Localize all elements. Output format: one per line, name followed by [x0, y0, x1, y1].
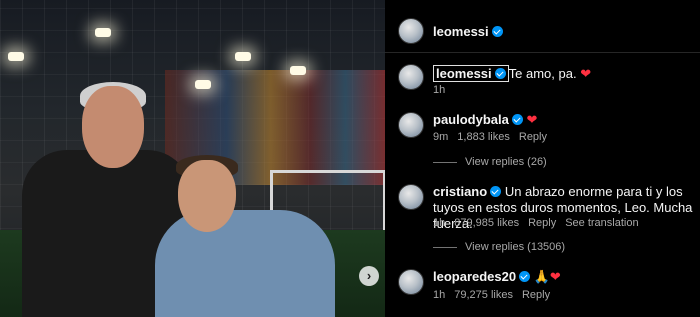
- heart-emoji: ❤: [580, 66, 592, 81]
- commenter-username[interactable]: leomessi: [433, 65, 509, 82]
- commenter-username[interactable]: leoparedes20: [433, 269, 531, 284]
- comment-body: leomessi Te amo, pa. ❤: [433, 65, 693, 82]
- see-translation-button[interactable]: See translation: [565, 217, 638, 229]
- commenter-avatar[interactable]: [398, 184, 424, 210]
- comment-body: leoparedes20 🙏❤: [433, 269, 693, 285]
- instagram-post-view: › leomessi leomessi Te amo, pa. ❤ 1h paul…: [0, 0, 700, 317]
- comment-time[interactable]: 1h: [433, 217, 445, 229]
- verified-icon: [490, 186, 502, 197]
- stadium-light: [290, 66, 306, 75]
- person-right-head: [178, 160, 236, 232]
- likes-count[interactable]: 79,275 likes: [454, 289, 513, 301]
- comments-panel: leomessi leomessi Te amo, pa. ❤ 1h paulod…: [385, 0, 700, 317]
- stadium-light: [195, 80, 211, 89]
- verified-icon: [511, 114, 523, 125]
- stadium-light: [8, 52, 24, 61]
- author-username[interactable]: leomessi: [433, 24, 503, 39]
- comment-meta: 1h 879,985 likes Reply See translation: [433, 217, 648, 229]
- commenter-username[interactable]: paulodybala: [433, 112, 523, 127]
- comment-meta: 9m 1,883 likes Reply: [433, 131, 556, 143]
- comment-time[interactable]: 1h: [433, 289, 445, 301]
- stadium-light: [95, 28, 111, 37]
- comment-time[interactable]: 9m: [433, 131, 448, 143]
- verified-icon: [491, 26, 503, 37]
- post-photo[interactable]: ›: [0, 0, 385, 317]
- comment-text: Te amo, pa.: [508, 66, 577, 81]
- pray-heart-emoji: 🙏❤: [533, 269, 561, 284]
- commenter-avatar[interactable]: [398, 112, 424, 138]
- commenter-avatar[interactable]: [398, 269, 424, 295]
- comment-meta: 1h 79,275 likes Reply: [433, 289, 559, 301]
- comment-meta: 1h: [433, 84, 454, 96]
- likes-count[interactable]: 879,985 likes: [454, 217, 519, 229]
- reply-button[interactable]: Reply: [522, 289, 550, 301]
- likes-count[interactable]: 1,883 likes: [457, 131, 510, 143]
- person-left-head: [82, 86, 144, 168]
- stadium-light: [235, 52, 251, 61]
- verified-icon: [494, 68, 506, 79]
- person-right-body: [155, 210, 335, 317]
- reply-button[interactable]: Reply: [528, 217, 556, 229]
- verified-icon: [519, 271, 531, 282]
- author-avatar[interactable]: [398, 18, 424, 44]
- heart-emoji: ❤: [526, 112, 538, 127]
- view-replies-button[interactable]: View replies (13506): [433, 241, 565, 253]
- commenter-username[interactable]: cristiano: [433, 184, 502, 199]
- comment-time[interactable]: 1h: [433, 84, 445, 96]
- view-replies-button[interactable]: View replies (26): [433, 156, 547, 168]
- chevron-right-icon[interactable]: ›: [359, 266, 379, 286]
- commenter-avatar[interactable]: [398, 64, 424, 90]
- comment-body: paulodybala ❤: [433, 112, 693, 128]
- reply-button[interactable]: Reply: [519, 131, 547, 143]
- post-header: leomessi: [385, 8, 700, 53]
